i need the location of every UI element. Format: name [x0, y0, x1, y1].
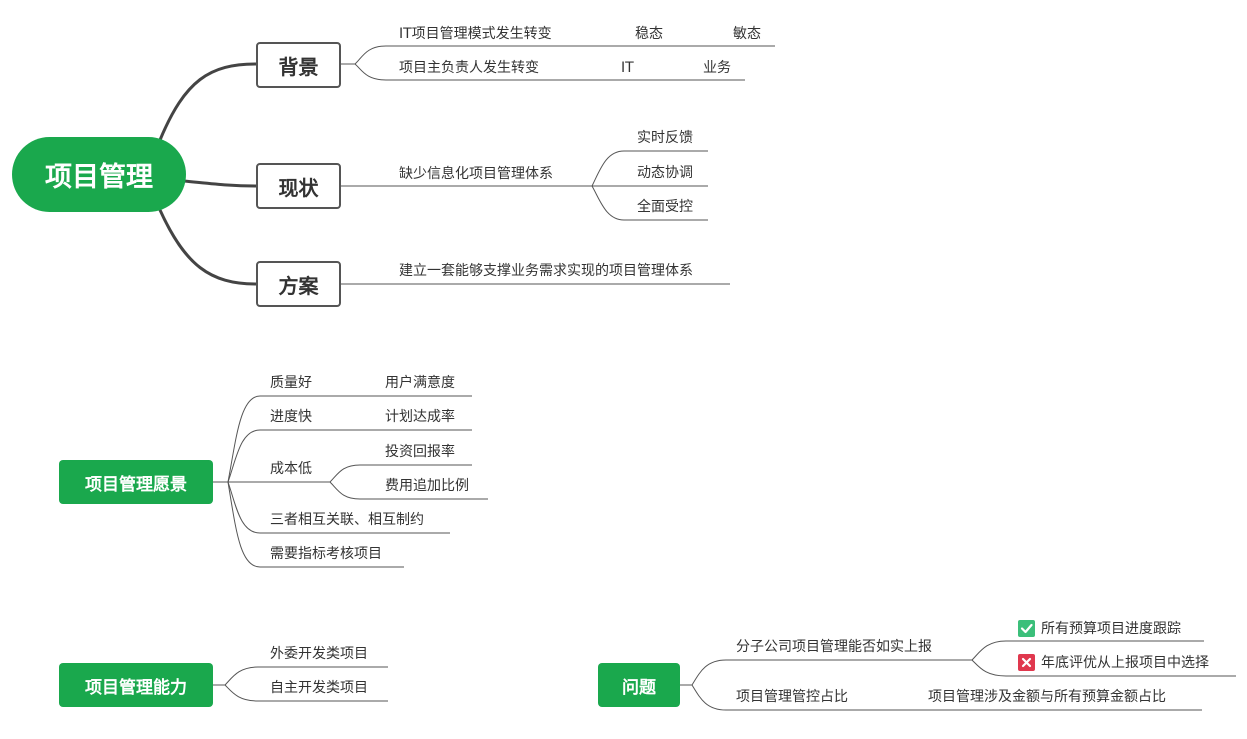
vision-cost-sub-2: 费用追加比例 [385, 478, 469, 494]
status-item: 缺少信息化项目管理体系 [399, 166, 553, 182]
issues-report-sub-2: 年底评优从上报项目中选择 [1041, 655, 1209, 671]
cross-icon [1018, 654, 1035, 671]
vision-speed: 进度快 [270, 409, 312, 425]
status-sub-1: 实时反馈 [637, 130, 693, 146]
check-icon [1018, 620, 1035, 637]
issues-report-sub-1: 所有预算项目进度跟踪 [1041, 621, 1181, 637]
capability-item-2: 自主开发类项目 [270, 680, 368, 696]
issues-report: 分子公司项目管理能否如实上报 [736, 639, 932, 655]
background-item-1: IT项目管理模式发生转变 [399, 26, 552, 42]
plan-item: 建立一套能够支撑业务需求实现的项目管理体系 [399, 263, 693, 279]
issues-ratio: 项目管理管控占比 [736, 689, 848, 705]
status-sub-3: 全面受控 [637, 199, 693, 215]
vision-quality: 质量好 [270, 375, 312, 391]
capability-topic[interactable]: 项目管理能力 [59, 663, 213, 707]
status-topic[interactable]: 现状 [256, 163, 341, 209]
vision-topic[interactable]: 项目管理愿景 [59, 460, 213, 504]
vision-relation: 三者相互关联、相互制约 [270, 512, 424, 528]
background-topic[interactable]: 背景 [256, 42, 341, 88]
vision-cost: 成本低 [270, 461, 312, 477]
issues-topic[interactable]: 问题 [598, 663, 680, 707]
background-item-2: 项目主负责人发生转变 [399, 60, 539, 76]
background-item-1-from: 稳态 [635, 26, 663, 42]
vision-speed-sub: 计划达成率 [385, 409, 455, 425]
capability-item-1: 外委开发类项目 [270, 646, 368, 662]
link-root-background [158, 62, 258, 142]
plan-topic[interactable]: 方案 [256, 261, 341, 307]
root-topic[interactable]: 项目管理 [12, 137, 186, 212]
background-item-2-from: IT [621, 60, 634, 76]
vision-cost-sub-1: 投资回报率 [385, 444, 455, 460]
background-item-1-to: 敏态 [733, 26, 761, 42]
link-root-plan [158, 208, 258, 286]
vision-kpi: 需要指标考核项目 [270, 546, 382, 562]
background-item-2-to: 业务 [703, 60, 731, 76]
vision-quality-sub: 用户满意度 [385, 375, 455, 391]
issues-ratio-detail: 项目管理涉及金额与所有预算金额占比 [928, 689, 1166, 705]
status-sub-2: 动态协调 [637, 165, 693, 181]
link-root-status [182, 179, 258, 188]
